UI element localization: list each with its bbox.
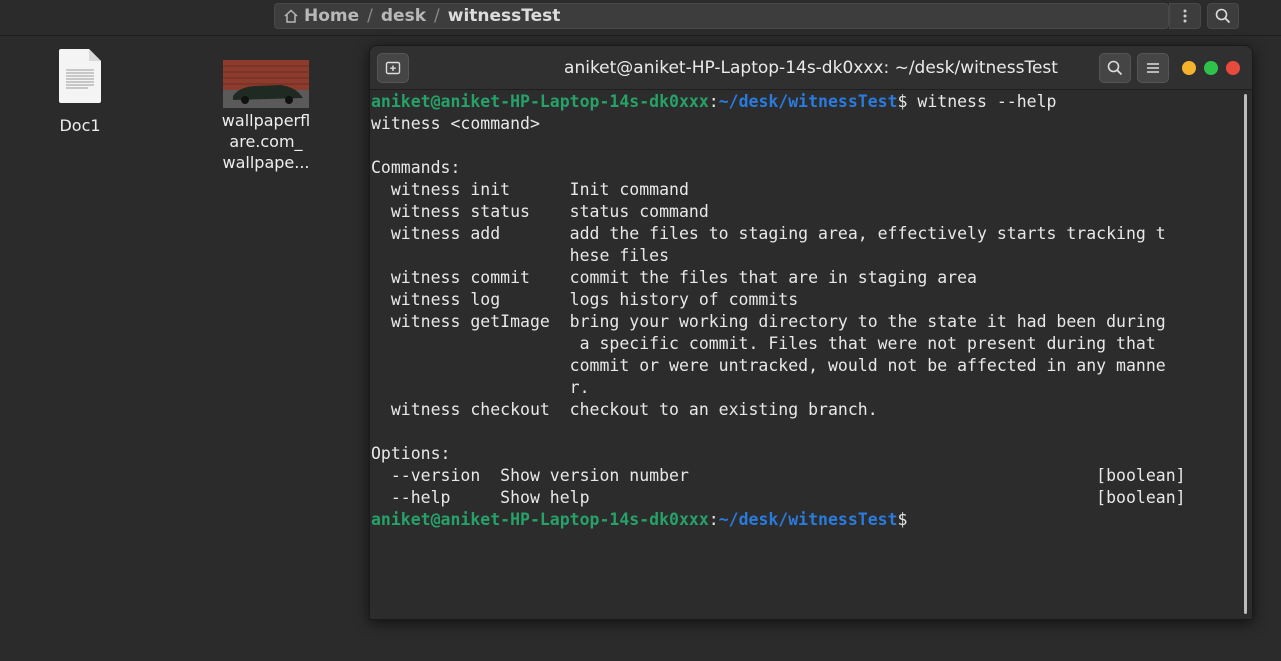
output-line: hese files [371, 246, 670, 265]
prompt-dollar: $ [897, 92, 908, 111]
terminal-search-button[interactable] [1099, 53, 1131, 83]
prompt-user: aniket@aniket-HP-Laptop-14s-dk0xxx [371, 92, 709, 111]
prompt-path: ~/desk/witnessTest [718, 92, 898, 111]
output-line: witness log logs history of commits [371, 290, 799, 309]
prompt-path: ~/desk/witnessTest [718, 510, 898, 529]
breadcrumb-desk[interactable]: desk [381, 6, 426, 26]
output-line: witness add add the files to staging are… [371, 224, 1166, 243]
desktop-item-label-line: wallpape... [222, 153, 310, 172]
image-thumbnail [223, 60, 309, 108]
file-manager-header: Home / desk / witnessTest [0, 0, 1281, 36]
breadcrumb-home[interactable]: Home [304, 6, 359, 26]
output-line: witness getImage bring your working dire… [371, 312, 1166, 331]
terminal-menu-button[interactable] [1137, 53, 1169, 83]
search-icon [1215, 8, 1231, 24]
maximize-button[interactable] [1204, 61, 1218, 75]
desktop-item-label: Doc1 [59, 116, 101, 135]
minimize-button[interactable] [1182, 61, 1196, 75]
terminal-output[interactable]: aniket@aniket-HP-Laptop-14s-dk0xxx:~/des… [370, 90, 1252, 619]
search-icon [1107, 60, 1123, 76]
output-line: witness status status command [371, 202, 709, 221]
prompt-colon: : [708, 510, 719, 529]
terminal-window: aniket@aniket-HP-Laptop-14s-dk0xxx: ~/de… [369, 45, 1253, 620]
output-line: r. [371, 378, 590, 397]
breadcrumb-witnesstest[interactable]: witnessTest [448, 6, 561, 26]
hamburger-icon [1147, 63, 1159, 73]
prompt-colon: : [708, 92, 719, 111]
output-line: witness commit commit the files that are… [371, 268, 977, 287]
output-line: --version Show version number [boolean] [371, 466, 1186, 485]
output-line: --help Show help [boolean] [371, 488, 1186, 507]
prompt-user: aniket@aniket-HP-Laptop-14s-dk0xxx [371, 510, 709, 529]
kebab-menu-icon [1183, 9, 1187, 23]
file-search-button[interactable] [1207, 3, 1239, 29]
prompt-line: aniket@aniket-HP-Laptop-14s-dk0xxx:~/des… [371, 509, 1252, 531]
output-line: witness <command> [371, 114, 540, 133]
output-line: witness init Init command [371, 180, 689, 199]
command-line: aniket@aniket-HP-Laptop-14s-dk0xxx:~/des… [371, 91, 1252, 113]
path-menu-button[interactable] [1169, 3, 1201, 29]
terminal-scrollbar[interactable] [1244, 94, 1247, 614]
desktop-item-label-line: are.com_ [229, 132, 303, 151]
prompt-dollar: $ [897, 510, 908, 529]
breadcrumb: Home / desk / witnessTest [274, 3, 1169, 29]
output-line: commit or were untracked, would not be a… [371, 356, 1166, 375]
document-icon [59, 49, 101, 103]
home-icon [284, 9, 298, 23]
breadcrumb-separator: / [434, 6, 440, 26]
terminal-titlebar[interactable]: aniket@aniket-HP-Laptop-14s-dk0xxx: ~/de… [370, 46, 1252, 90]
desktop-item-wallpaper[interactable]: wallpaperfl are.com_ wallpape... [210, 60, 322, 173]
output-line: a specific commit. Files that were not p… [371, 334, 1156, 353]
desktop-item-label-line: wallpaperfl [221, 111, 311, 130]
typed-command: witness --help [907, 92, 1057, 111]
output-line: witness checkout checkout to an existing… [371, 400, 878, 419]
output-line: Commands: [371, 158, 461, 177]
breadcrumb-separator: / [367, 6, 373, 26]
output-line: Options: [371, 444, 451, 463]
close-button[interactable] [1226, 61, 1240, 75]
desktop-item-doc1[interactable]: Doc1 [40, 48, 120, 136]
